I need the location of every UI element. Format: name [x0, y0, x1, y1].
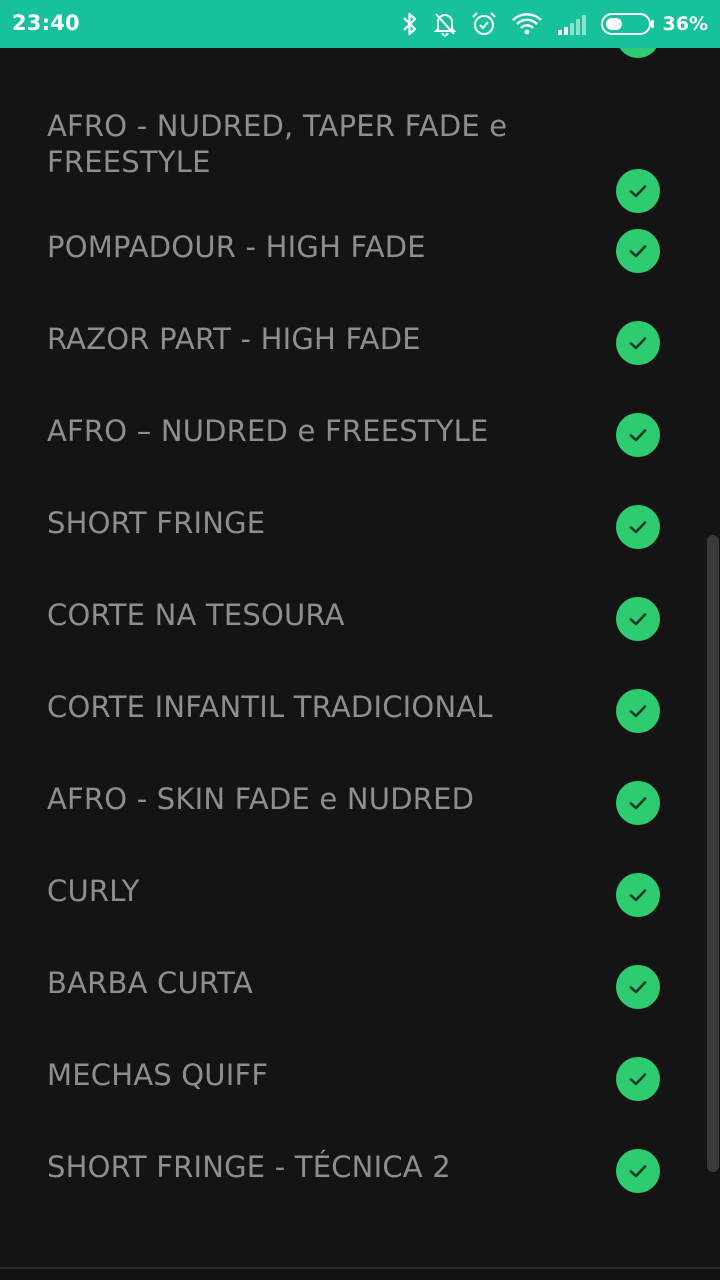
service-label: SHORT FRINGE [47, 506, 266, 540]
check-icon[interactable] [616, 413, 660, 457]
bottom-edge [0, 1269, 720, 1280]
check-icon[interactable] [616, 965, 660, 1009]
check-icon[interactable] [616, 169, 660, 213]
service-label: CURLY [47, 874, 140, 908]
notifications-off-icon [433, 11, 457, 37]
service-label: CORTE INFANTIL TRADICIONAL [47, 690, 493, 724]
service-label: MECHAS QUIFF [47, 1058, 269, 1092]
check-icon[interactable] [616, 1149, 660, 1193]
check-icon[interactable] [616, 321, 660, 365]
check-icon[interactable] [616, 1057, 660, 1101]
check-icon[interactable] [616, 505, 660, 549]
check-icon[interactable] [616, 873, 660, 917]
wifi-icon [511, 11, 543, 37]
battery-percent: 36% [662, 13, 708, 35]
scrollbar-thumb[interactable] [707, 535, 719, 1172]
service-label: SHORT FRINGE - TÉCNICA 2 [47, 1150, 451, 1184]
service-label: AFRO - SKIN FADE e NUDRED [47, 782, 475, 816]
status-time: 23:40 [12, 11, 80, 35]
bluetooth-icon [401, 11, 419, 37]
service-label: CORTE NA TESOURA [47, 598, 345, 632]
scrollbar[interactable] [706, 48, 720, 1268]
check-icon[interactable] [616, 597, 660, 641]
battery-icon [600, 12, 655, 36]
check-icon[interactable] [616, 229, 660, 273]
service-label: AFRO – NUDRED e FREESTYLE [47, 414, 489, 448]
check-icon[interactable] [616, 689, 660, 733]
service-label: RAZOR PART - HIGH FADE [47, 322, 421, 356]
status-bar: 23:40 36% [0, 0, 720, 48]
signal-icon [557, 12, 587, 36]
services-list[interactable]: AFRO - NUDRED, TAPER FADE e FREESTYLE PO… [0, 48, 720, 1268]
status-icons: 36% [387, 0, 708, 48]
check-icon-partial[interactable] [616, 48, 660, 58]
service-label: BARBA CURTA [47, 966, 253, 1000]
service-label: POMPADOUR - HIGH FADE [47, 230, 426, 264]
alarm-icon [471, 11, 497, 37]
service-label: AFRO - NUDRED, TAPER FADE e FREESTYLE [47, 109, 508, 179]
screen: 23:40 36% AFRO - NUDRED, TAPER FADE e FR… [0, 0, 720, 1280]
check-icon[interactable] [616, 781, 660, 825]
